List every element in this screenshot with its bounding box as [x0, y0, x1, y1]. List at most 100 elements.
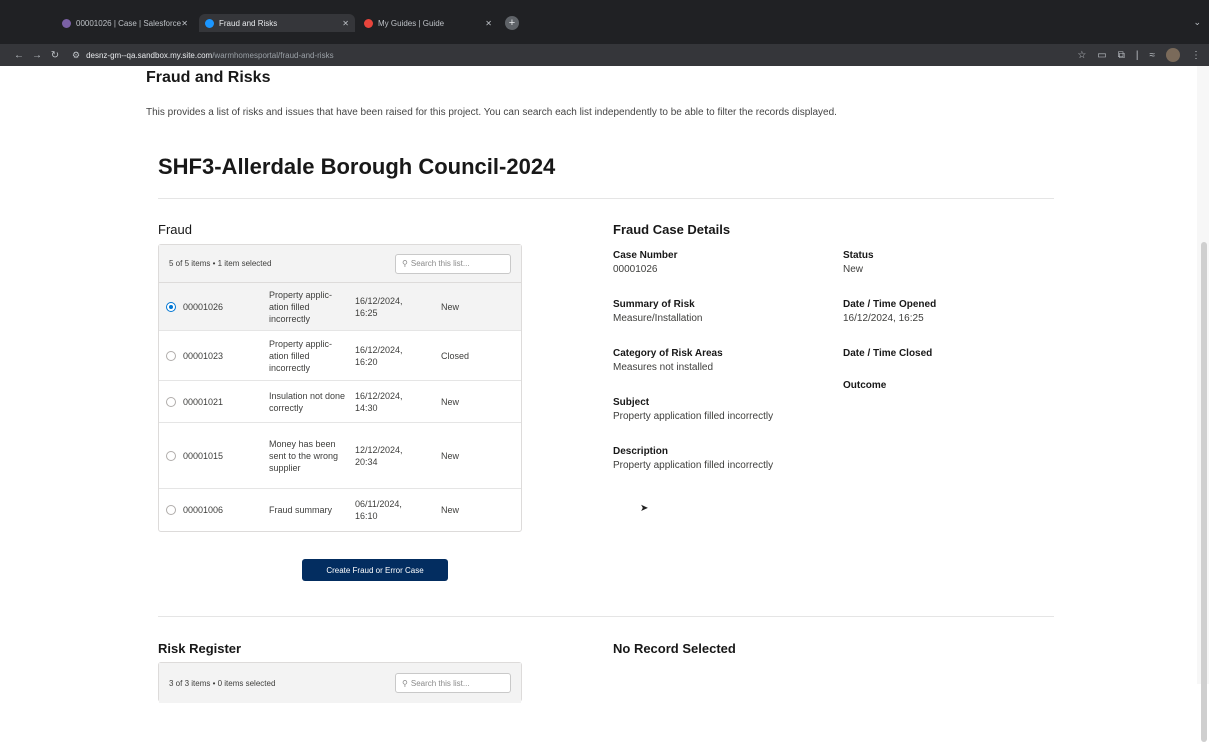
menu-dots-icon[interactable]: ⋮	[1191, 50, 1201, 61]
scrollbar-thumb[interactable]	[1201, 242, 1207, 742]
media-icon[interactable]: ≈	[1150, 50, 1156, 61]
row-radio-selected[interactable]	[166, 301, 176, 312]
page-intro: This provides a list of risks and issues…	[146, 107, 837, 118]
fraud-search-input[interactable]: ⚲ Search this list...	[395, 253, 511, 274]
detail-label: Date / Time Closed	[843, 348, 933, 359]
fraud-section-title: Fraud	[158, 222, 192, 237]
case-subject: Fraud summary	[269, 505, 333, 515]
address-bar: ← → ↻ ⚙ desnz-gm--qa.sandbox.my.site.com…	[0, 44, 1209, 66]
detail-case-number: Case Number 00001026	[613, 250, 677, 275]
case-status: New	[441, 396, 460, 407]
detail-description: Description Property application filled …	[613, 446, 773, 471]
detail-label: Summary of Risk	[613, 299, 695, 310]
tab-list-chevron-icon[interactable]: ⌄	[1193, 17, 1201, 28]
cast-icon[interactable]: ▭	[1097, 50, 1106, 61]
case-status: New	[441, 301, 460, 312]
close-icon[interactable]: ✕	[485, 19, 492, 28]
bookmark-star-icon[interactable]: ☆	[1077, 50, 1086, 61]
separator-icon: |	[1135, 49, 1139, 61]
url-path: /warmhomesportal/fraud-and-risks	[212, 50, 334, 60]
case-subject: Insulation not done correctly	[269, 390, 346, 413]
tab-label: Fraud and Risks	[219, 18, 278, 28]
page-scrollbar[interactable]	[1197, 66, 1209, 742]
search-placeholder: Search this list...	[410, 259, 470, 268]
risk-list: 3 of 3 items • 0 items selected ⚲ Search…	[158, 662, 522, 703]
divider	[158, 616, 1054, 617]
detail-value: Property application filled incorrectly	[613, 460, 774, 471]
search-icon: ⚲	[402, 259, 408, 268]
tab-label: My Guides | Guide	[378, 18, 445, 28]
browser-tab-bar: 00001026 | Case | Salesforce ✕ Fraud and…	[0, 0, 1209, 44]
case-subject: Property applic- ation filled incorrectl…	[269, 338, 333, 373]
salesforce-favicon-icon	[62, 18, 71, 28]
cloud-favicon-icon	[205, 18, 214, 28]
case-date: 06/11/2024, 16:10	[355, 499, 402, 521]
no-record-selected: No Record Selected	[613, 641, 736, 656]
row-radio[interactable]	[166, 396, 176, 407]
risk-search-input[interactable]: ⚲ Search this list...	[395, 673, 511, 693]
new-tab-plus-icon[interactable]: +	[505, 16, 519, 30]
mouse-cursor-icon: ➤	[640, 503, 649, 514]
case-date: 16/12/2024, 14:30	[355, 390, 403, 413]
table-row[interactable]: 00001015 Money has been sent to the wron…	[159, 423, 521, 489]
case-status: New	[441, 505, 460, 515]
detail-value: Measures not installed	[613, 362, 714, 373]
detail-value: 16/12/2024, 16:25	[843, 313, 924, 324]
profile-avatar[interactable]	[1166, 48, 1180, 62]
fraud-list-header: 5 of 5 items • 1 item selected ⚲ Search …	[159, 245, 521, 283]
table-row[interactable]: 00001021 Insulation not done correctly 1…	[159, 381, 521, 423]
table-row[interactable]: 00001023 Property applic- ation filled i…	[159, 331, 521, 381]
tab-label: 00001026 | Case | Salesforce	[76, 18, 182, 28]
risk-list-header: 3 of 3 items • 0 items selected ⚲ Search…	[159, 663, 521, 703]
row-radio[interactable]	[166, 505, 176, 515]
detail-value: New	[843, 264, 864, 275]
forward-arrow-icon[interactable]: →	[28, 50, 46, 61]
case-date: 12/12/2024, 20:34	[355, 444, 403, 467]
close-icon[interactable]: ✕	[342, 19, 349, 28]
site-info-icon[interactable]: ⚙	[72, 50, 80, 61]
divider	[158, 198, 1054, 199]
create-fraud-case-button[interactable]: Create Fraud or Error Case	[302, 559, 448, 581]
row-radio[interactable]	[166, 450, 176, 461]
close-icon[interactable]: ✕	[181, 19, 188, 28]
search-placeholder: Search this list...	[410, 678, 470, 688]
detail-summary: Summary of Risk Measure/Installation	[613, 299, 703, 324]
detail-label: Description	[613, 446, 669, 457]
risk-item-count: 3 of 3 items • 0 items selected	[169, 678, 276, 688]
detail-label: Case Number	[613, 250, 678, 261]
case-date: 16/12/2024, 16:25	[355, 295, 403, 318]
reload-icon[interactable]: ↻	[46, 50, 64, 61]
url-field[interactable]: ⚙ desnz-gm--qa.sandbox.my.site.com /warm…	[72, 50, 334, 61]
fraud-list: 5 of 5 items • 1 item selected ⚲ Search …	[158, 244, 522, 532]
url-host: desnz-gm--qa.sandbox.my.site.com	[86, 50, 213, 60]
detail-label: Date / Time Opened	[843, 299, 937, 310]
case-date: 16/12/2024, 16:20	[355, 344, 403, 367]
detail-label: Outcome	[843, 380, 887, 391]
browser-tab-case[interactable]: 00001026 | Case | Salesforce ✕	[56, 15, 194, 31]
case-number: 00001021	[183, 396, 224, 407]
search-icon: ⚲	[402, 678, 408, 688]
detail-subject: Subject Property application filled inco…	[613, 397, 773, 422]
case-number: 00001015	[183, 450, 224, 461]
back-arrow-icon[interactable]: ←	[10, 50, 28, 61]
browser-tab-fraud-risks[interactable]: Fraud and Risks ✕	[199, 14, 355, 32]
detail-outcome: Outcome	[843, 380, 886, 391]
case-number: 00001026	[183, 301, 224, 312]
case-number: 00001023	[183, 350, 224, 361]
browser-tab-guides[interactable]: My Guides | Guide ✕	[358, 15, 498, 31]
detail-date-opened: Date / Time Opened 16/12/2024, 16:25	[843, 299, 936, 324]
risk-section-title: Risk Register	[158, 641, 242, 656]
extensions-icon[interactable]: ⧉	[1118, 50, 1125, 61]
guide-favicon-icon	[364, 18, 373, 28]
detail-value: 00001026	[613, 264, 658, 275]
detail-value: Measure/Installation	[613, 313, 703, 324]
case-status: New	[441, 450, 460, 461]
detail-label: Status	[843, 250, 874, 261]
table-row[interactable]: 00001026 Property applic- ation filled i…	[159, 283, 521, 331]
row-radio[interactable]	[166, 350, 176, 361]
case-status: Closed	[441, 350, 470, 361]
table-row[interactable]: 00001006 Fraud summary 06/11/2024, 16:10…	[159, 489, 521, 531]
browser-toolbar-icons: ☆ ▭ ⧉ | ≈ ⋮	[1077, 48, 1201, 62]
detail-value: Property application filled incorrectly	[613, 411, 774, 422]
detail-category: Category of Risk Areas Measures not inst…	[613, 348, 723, 373]
